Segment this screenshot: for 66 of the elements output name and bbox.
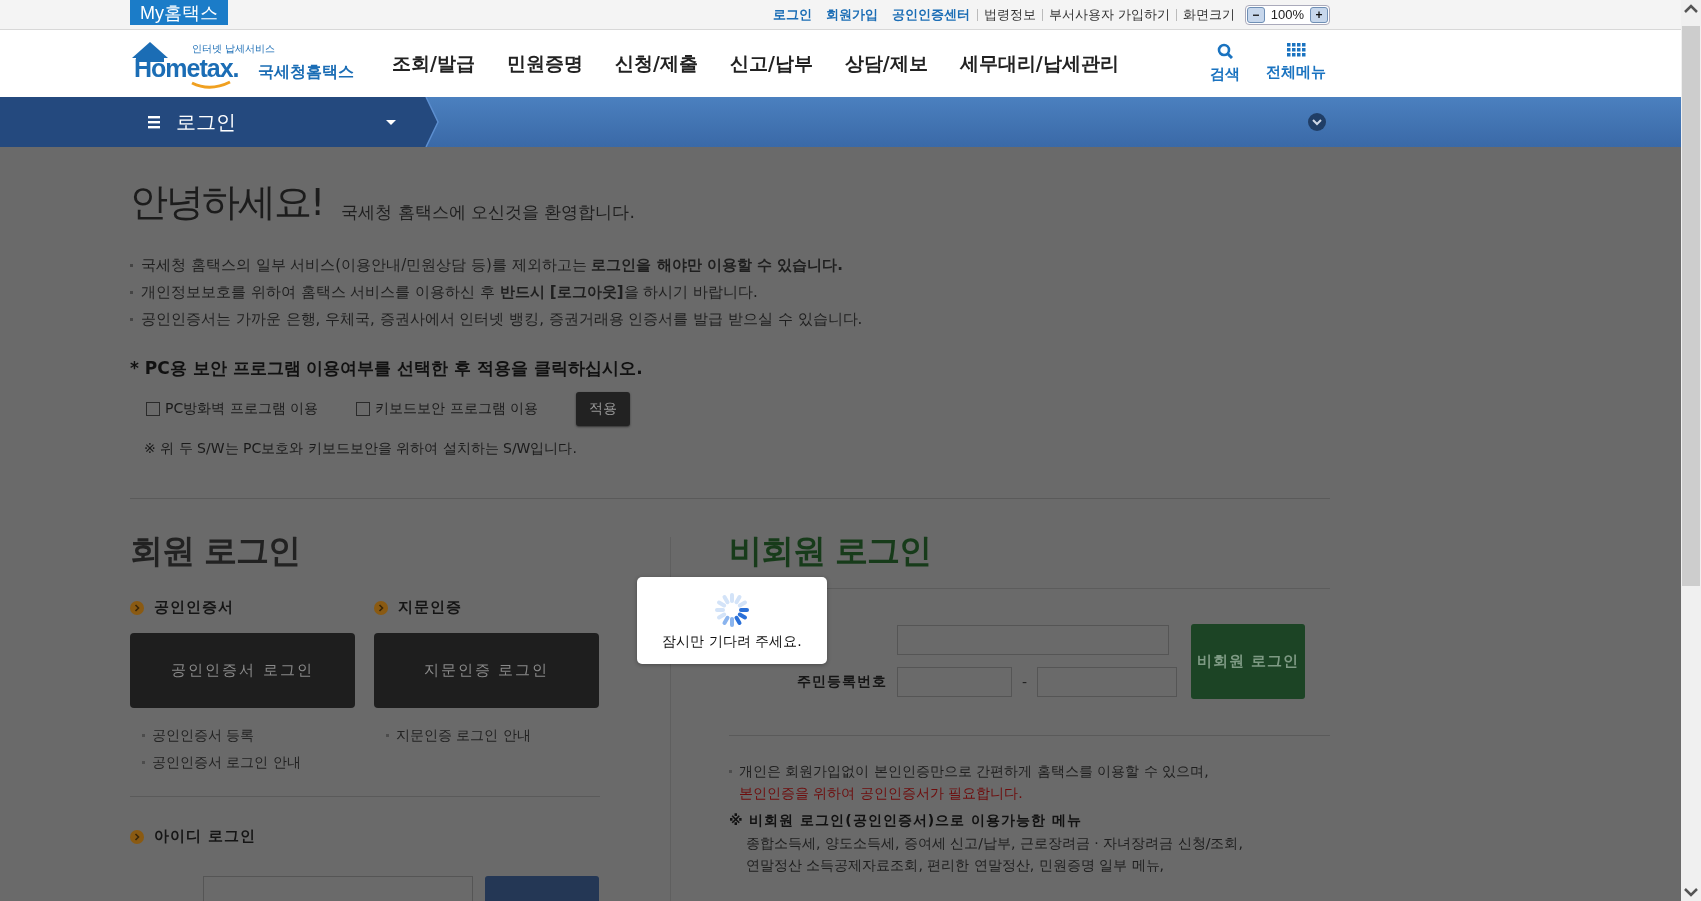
nav-menu-item[interactable]: 상담/제보 [844, 50, 928, 77]
logo-tagline: 인터넷 납세서비스 [192, 41, 276, 56]
zoom-out-button[interactable]: − [1246, 6, 1265, 23]
zoom-value: 100% [1269, 7, 1305, 22]
guest-notice-text: 개인은 회원가입없이 본인인증만으로 간편하게 홈택스를 이용할 수 있으며, [729, 760, 1330, 782]
rrn-separator: - [1022, 674, 1028, 690]
nav-menu-item[interactable]: 민원증명 [506, 50, 583, 77]
menu-icon [148, 115, 160, 129]
top-link[interactable]: 법령정보 [976, 8, 1042, 21]
help-link[interactable]: 공인인증서 등록 [142, 722, 355, 749]
top-link[interactable]: 회원가입 [818, 5, 885, 24]
welcome-subtitle: 국세청 홈택스에 오신것을 환영합니다. [341, 201, 635, 224]
rrn-label: 주민등록번호 [796, 673, 887, 691]
scrollbar-thumb[interactable] [1682, 26, 1700, 586]
swoosh-icon [190, 79, 232, 92]
nav-menu-item[interactable]: 신청/제출 [614, 50, 698, 77]
section-label: 공인인증서 [154, 598, 234, 617]
guest-menu-title: ※ 비회원 로그인(공인인증서)으로 이용가능한 메뉴 [729, 812, 1083, 830]
checkbox-label: 키보드보안 프로그램 이용 [375, 400, 539, 418]
expand-chevron-icon [1308, 113, 1326, 131]
zoom-label: 화면크기 [1175, 8, 1241, 21]
nav-menu-item[interactable]: 신고/납부 [729, 50, 813, 77]
welcome-title: 안녕하세요! [130, 179, 324, 226]
guest-notice-warning: 본인인증을 위하여 공인인증서가 필요합니다. [738, 784, 1024, 803]
logo-wordmark: Hometax. [134, 53, 239, 83]
guest-login-button[interactable]: 비회원 로그인 [1191, 624, 1306, 699]
checkbox-label: PC방화벽 프로그램 이용 [165, 400, 319, 418]
header-tool-link[interactable]: 전체메뉴 [1266, 43, 1326, 84]
login-button[interactable]: 지문인증 로그인 [374, 633, 599, 708]
help-link[interactable]: 공인인증서 로그인 안내 [142, 749, 355, 776]
nav-menu-item[interactable]: 세무대리/납세관리 [959, 50, 1119, 77]
scrollbar[interactable] [1681, 0, 1701, 901]
my-hometax-tab[interactable]: My홈택스 [130, 0, 228, 25]
security-note: ※ 위 두 S/W는 PC보호와 키보드보안을 위하여 설치하는 S/W입니다. [144, 440, 578, 458]
grid-menu-icon [1286, 43, 1306, 57]
caret-icon [386, 119, 396, 125]
guest-menu-text: 연말정산 소득공제자료조회, 편리한 연말정산, 민원증명 일부 메뉴, [745, 856, 1166, 875]
loading-message: 잠시만 기다려 주세요. [662, 632, 802, 651]
checkbox[interactable] [146, 402, 160, 416]
notice-text: 개인정보보호를 위하여 홈택스 서비스를 이용하신 후 반드시 [로그아웃]을 하시기 바랍니다. [130, 279, 1330, 306]
chevron-bullet-icon [130, 600, 144, 615]
security-instruction: * PC용 보안 프로그램 이용여부를 선택한 후 적용을 클릭하십시오. [130, 357, 644, 380]
top-link[interactable]: 공인인증센터 [884, 5, 977, 24]
apply-button[interactable]: 적용 [576, 392, 631, 426]
chevron-bullet-icon [374, 600, 388, 615]
guest-login-title: 비회원 로그인 [729, 530, 933, 572]
logo-name: 국세청홈택스 [258, 61, 354, 83]
guest-menu-text: 종합소득세, 양도소득세, 증여세 신고/납부, 근로장려금 · 자녀장려금 신청/조회, [745, 834, 1244, 853]
top-link[interactable]: 로그인 [765, 5, 819, 24]
chevron-bullet-icon [130, 829, 144, 844]
notice-text: 국세청 홈택스의 일부 서비스(이용안내/민원상담 등)를 제외하고는 로그인을 해야만 이용할 수 있습니다. [130, 252, 1330, 279]
loading-spinner-icon [713, 590, 751, 629]
top-link[interactable]: 부서사용자 가입하기 [1041, 8, 1176, 21]
checkbox[interactable] [356, 402, 371, 416]
login-button[interactable]: 공인인증서 로그인 [130, 633, 355, 708]
notice-text: 공인인증서는 가까운 은행, 우체국, 증권사에서 인터넷 뱅킹, 증권거래용 인증서를 발급 받으실 수 있습니다. [130, 306, 1330, 333]
section-label: 아이디 로그인 [154, 827, 257, 846]
help-link[interactable]: 지문인증 로그인 안내 [386, 722, 599, 749]
zoom-in-button[interactable]: + [1310, 6, 1328, 23]
nav-menu-item[interactable]: 조회/발급 [392, 50, 475, 77]
hometax-logo[interactable]: 인터넷 납세서비스 Hometax. 국세청홈택스 [130, 35, 360, 92]
id-login-button[interactable] [485, 876, 599, 901]
member-login-title: 회원 로그인 [130, 530, 302, 572]
search-icon [1217, 43, 1233, 59]
header-tool-link[interactable]: 검색 [1210, 43, 1240, 84]
section-label: 지문인증 [398, 598, 462, 617]
